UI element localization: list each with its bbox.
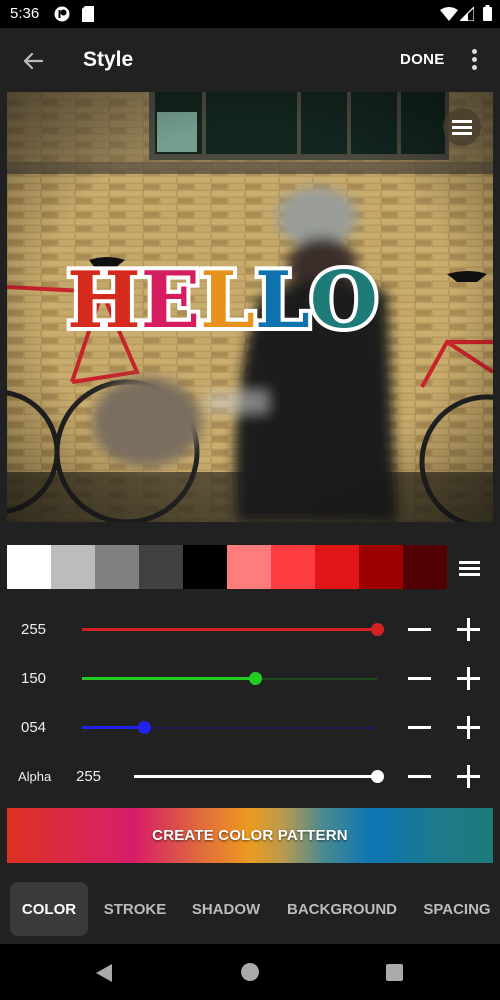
alpha-slider-thumb[interactable]: [370, 770, 384, 783]
green-decrement-button[interactable]: [408, 677, 431, 680]
battery-icon: [483, 5, 492, 26]
notification-icon: [54, 6, 70, 27]
alpha-increment-button[interactable]: [457, 765, 480, 788]
red-decrement-button[interactable]: [408, 628, 431, 631]
text-letter: H: [63, 255, 145, 346]
tab-spacing[interactable]: SPACING: [414, 882, 500, 936]
system-nav-bar: [0, 944, 500, 1000]
red-slider-thumb[interactable]: [370, 623, 384, 636]
layer-menu-button[interactable]: [443, 108, 481, 146]
green-slider-fill: [82, 677, 256, 680]
text-letter: O: [306, 255, 382, 346]
color-swatch[interactable]: [359, 545, 403, 589]
blue-slider-thumb[interactable]: [138, 721, 152, 734]
alpha-value: 255: [76, 768, 102, 785]
color-swatch[interactable]: [139, 545, 183, 589]
nav-home-icon[interactable]: [241, 963, 259, 981]
alpha-slider-fill: [134, 775, 377, 778]
create-color-pattern-button[interactable]: CREATE COLOR PATTERN: [7, 808, 493, 863]
blue-slider-row: 054: [0, 713, 500, 743]
alpha-decrement-button[interactable]: [408, 775, 431, 778]
tab-shadow[interactable]: SHADOW: [184, 882, 268, 936]
status-time: 5:36: [10, 5, 40, 22]
red-increment-button[interactable]: [457, 618, 480, 641]
tab-color[interactable]: COLOR: [10, 882, 88, 936]
red-value: 255: [21, 621, 47, 638]
color-swatch[interactable]: [51, 545, 95, 589]
page-title: Style: [83, 48, 134, 71]
signal-icon: [458, 5, 475, 26]
palette-menu-button[interactable]: [459, 560, 481, 576]
nav-back-icon[interactable]: [96, 964, 112, 982]
color-swatch[interactable]: [403, 545, 447, 589]
color-swatch[interactable]: [95, 545, 139, 589]
arrow-left-icon: [23, 52, 44, 70]
tab-stroke[interactable]: STROKE: [95, 882, 175, 936]
more-options-button[interactable]: [466, 48, 482, 72]
red-slider-fill: [82, 628, 377, 631]
more-vertical-icon-dot: [472, 57, 477, 62]
text-letter: E: [137, 255, 205, 346]
text-letter: L: [196, 255, 259, 346]
text-letter: L: [251, 255, 314, 346]
sd-card-icon: [82, 6, 94, 27]
blue-slider-fill: [82, 726, 145, 729]
blue-decrement-button[interactable]: [408, 726, 431, 729]
blue-value: 054: [21, 719, 47, 736]
more-vertical-icon-dot: [472, 65, 477, 70]
wifi-icon: [440, 7, 458, 26]
color-swatch[interactable]: [183, 545, 227, 589]
more-vertical-icon: [472, 49, 477, 54]
color-swatch[interactable]: [227, 545, 271, 589]
create-color-pattern-label: CREATE COLOR PATTERN: [152, 827, 348, 844]
green-slider-thumb[interactable]: [248, 672, 262, 685]
status-bar: 5:36: [0, 0, 500, 28]
color-swatch[interactable]: [271, 545, 315, 589]
green-slider-row: 150: [0, 664, 500, 694]
color-swatch[interactable]: [315, 545, 359, 589]
green-increment-button[interactable]: [457, 667, 480, 690]
color-palette: [7, 545, 447, 589]
nav-recents-icon[interactable]: [386, 964, 403, 981]
alpha-slider-row: Alpha 255: [0, 762, 500, 792]
alpha-label: Alpha: [18, 769, 52, 784]
app-bar: Style DONE: [0, 28, 500, 92]
text-layer[interactable]: HELLO: [63, 255, 382, 346]
editor-canvas[interactable]: HELLO: [7, 92, 493, 522]
blue-increment-button[interactable]: [457, 716, 480, 739]
color-swatch[interactable]: [7, 545, 51, 589]
done-button[interactable]: DONE: [400, 51, 445, 68]
green-value: 150: [21, 670, 47, 687]
back-button[interactable]: [18, 46, 48, 76]
tab-background[interactable]: BACKGROUND: [280, 882, 404, 936]
style-tabs: COLOR STROKE SHADOW BACKGROUND SPACING: [0, 882, 500, 936]
red-slider-row: 255: [0, 615, 500, 645]
